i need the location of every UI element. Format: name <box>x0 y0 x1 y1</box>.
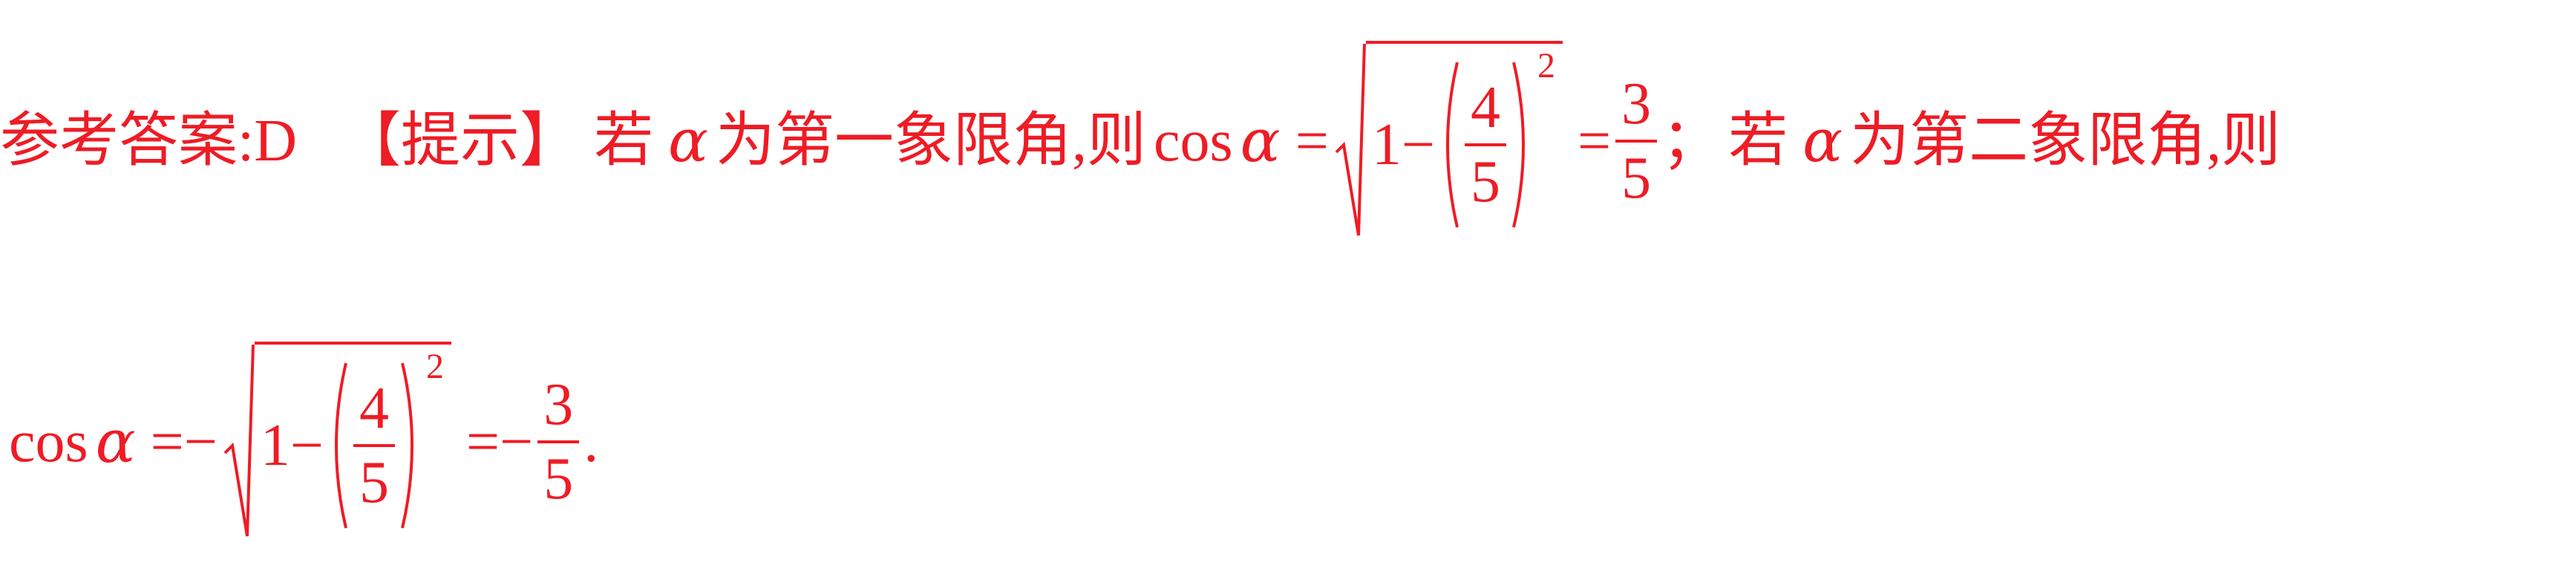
fraction-3-over-5: 3 5 <box>1615 71 1658 211</box>
fraction-bar <box>353 444 396 447</box>
fraction-bar <box>1464 143 1506 146</box>
radicand: 1 − 4 5 2 <box>1365 41 1563 241</box>
equals-sign: = <box>1577 108 1612 174</box>
answer-label: 参考答案:D <box>0 108 297 174</box>
case2-text: 为第二象限角,则 <box>1850 108 2281 174</box>
fraction-bar <box>537 440 580 443</box>
alpha-symbol: α <box>1802 106 1843 175</box>
right-paren-icon <box>1511 59 1536 230</box>
radical-sign-icon <box>1335 43 1366 236</box>
exponent: 2 <box>426 347 445 386</box>
right-paren-icon <box>399 360 425 531</box>
case1-text: 为第一象限角,则 <box>716 108 1147 174</box>
square-root: 1 − 4 5 2 <box>1335 41 1563 241</box>
cos-function: cos <box>1154 108 1233 174</box>
solution-line-2: cos α =− 1 − 4 5 2 =− 3 5 . <box>0 330 598 553</box>
left-paren-icon <box>1435 59 1460 230</box>
denominator: 5 <box>1470 149 1500 215</box>
one-digit: 1 <box>260 413 290 478</box>
fraction-3-over-5: 3 5 <box>537 372 580 512</box>
period: . <box>583 409 599 475</box>
hint-label: 【提示】 <box>341 108 579 174</box>
alpha-symbol: α <box>1240 106 1281 175</box>
exponent: 2 <box>1537 46 1555 85</box>
minus-sign: − <box>290 413 324 478</box>
radicand: 1 − 4 5 2 <box>254 342 452 542</box>
equals-negative-sign: =− <box>150 409 218 475</box>
square-root: 1 − 4 5 2 <box>223 342 452 542</box>
denominator: 5 <box>1621 146 1652 211</box>
numerator: 4 <box>359 376 390 441</box>
one-digit: 1 <box>1371 112 1402 177</box>
numerator: 3 <box>543 372 574 437</box>
radical-sign-icon <box>223 344 255 537</box>
semicolon: ； <box>1661 108 1722 174</box>
equals-sign: = <box>1295 108 1329 174</box>
document-canvas: 参考答案:D 【提示】 若 α 为第一象限角,则 cos α = 1 − 4 5… <box>0 0 2576 580</box>
left-paren-icon <box>324 360 349 531</box>
denominator: 5 <box>359 450 390 515</box>
fraction-4-over-5: 4 5 <box>353 376 396 515</box>
case2-prefix: 若 <box>1728 108 1788 174</box>
fraction-4-over-5: 4 5 <box>1464 75 1506 215</box>
minus-sign: − <box>1401 112 1435 177</box>
fraction-bar <box>1615 140 1658 143</box>
numerator: 3 <box>1621 71 1652 137</box>
cos-function: cos <box>9 409 88 475</box>
case1-prefix: 若 <box>594 108 653 174</box>
denominator: 5 <box>543 446 574 512</box>
numerator: 4 <box>1470 75 1500 140</box>
alpha-symbol: α <box>95 407 136 476</box>
equals-negative-sign: =− <box>466 409 534 475</box>
alpha-symbol: α <box>668 106 709 175</box>
solution-line-1: 参考答案:D 【提示】 若 α 为第一象限角,则 cos α = 1 − 4 5… <box>0 30 2281 252</box>
